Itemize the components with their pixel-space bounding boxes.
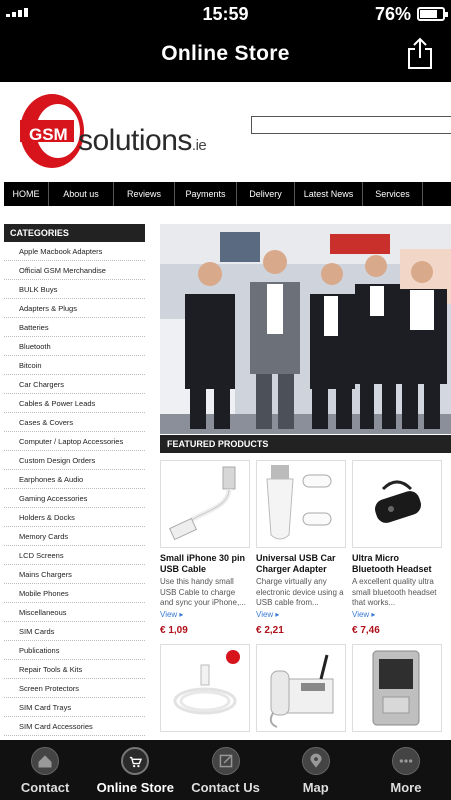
product-card[interactable] [160, 644, 250, 740]
menu-item[interactable]: HOME [4, 182, 49, 206]
tab-contact[interactable]: Contact [0, 740, 90, 800]
category-item[interactable]: LCD Screens [4, 546, 145, 565]
category-item[interactable]: Cables & Power Leads [4, 394, 145, 413]
product-name[interactable]: Universal USB Car Charger Adapter [256, 553, 346, 575]
category-item[interactable]: Gaming Accessories [4, 489, 145, 508]
site-logo[interactable]: GSM solutions.ie [16, 90, 231, 172]
logo-badge: GSM [29, 125, 68, 144]
category-item[interactable]: Cases & Covers [4, 413, 145, 432]
category-item[interactable]: Bitcoin [4, 356, 145, 375]
category-item[interactable]: Mains Chargers [4, 565, 145, 584]
product-price: € 2,21 [256, 625, 284, 636]
status-bar: 15:59 76% [0, 0, 451, 28]
product-card[interactable] [256, 644, 346, 740]
product-card[interactable]: Small iPhone 30 pin USB Cable Use this h… [160, 460, 250, 636]
more-icon [391, 747, 420, 775]
product-description: A excellent quality ultra small bluetoot… [352, 577, 437, 607]
product-image[interactable] [160, 644, 250, 732]
menu-item-overflow [423, 182, 451, 206]
tab-online-store[interactable]: Online Store [90, 740, 180, 800]
category-item[interactable]: Screen Protectors [4, 679, 145, 698]
category-item[interactable]: Apple Macbook Adapters [4, 242, 145, 261]
battery-icon [417, 7, 448, 21]
product-view-link[interactable]: View ▸ [256, 610, 346, 619]
site-header: GSM solutions.ie [0, 82, 451, 180]
product-name[interactable]: Ultra Micro Bluetooth Headset [352, 553, 442, 575]
product-price: € 7,46 [352, 625, 380, 636]
product-card[interactable]: Ultra Micro Bluetooth Headset A excellen… [352, 460, 442, 636]
product-image[interactable] [352, 460, 442, 548]
category-item[interactable]: Official GSM Merchandise [4, 261, 145, 280]
category-item[interactable]: Car Chargers [4, 375, 145, 394]
product-image[interactable] [256, 460, 346, 548]
menu-item[interactable]: Reviews [114, 182, 175, 206]
page-title: Online Store [161, 42, 290, 65]
car-charger-icon [266, 465, 332, 540]
logo-text: solutions.ie [78, 124, 207, 157]
category-item[interactable]: Custom Design Orders [4, 451, 145, 470]
product-card[interactable] [352, 644, 442, 740]
site-menu: HOME About us Reviews Payments Delivery Lates… [4, 182, 451, 206]
map-pin-icon [301, 747, 330, 775]
categories-heading: CATEGORIES [4, 224, 145, 242]
category-item[interactable]: Earphones & Audio [4, 470, 145, 489]
navigation-bar: Online Store [0, 28, 451, 82]
product-description: Charge virtually any electronic device u… [256, 577, 344, 607]
category-item[interactable]: Computer / Laptop Accessories [4, 432, 145, 451]
menu-item[interactable]: Payments [175, 182, 237, 206]
categories-list: Apple Macbook Adapters Official GSM Merch… [4, 242, 145, 736]
desk-phone-icon [269, 654, 334, 728]
category-item[interactable]: Batteries [4, 318, 145, 337]
tab-label: Online Store [96, 780, 174, 795]
product-description: Use this handy small USB Cable to charge… [160, 577, 246, 607]
bluetooth-headset-icon [375, 480, 421, 523]
category-item[interactable]: Adapters & Plugs [4, 299, 145, 318]
tab-label: Map [302, 780, 329, 795]
battery-percentage: 76% [374, 4, 411, 24]
category-item[interactable]: SIM Cards [4, 622, 145, 641]
tab-label: Contact [20, 780, 70, 795]
product-view-link[interactable]: View ▸ [352, 610, 442, 619]
category-item[interactable]: Memory Cards [4, 527, 145, 546]
product-image[interactable] [352, 644, 442, 732]
tab-label: More [390, 780, 422, 795]
category-item[interactable]: Publications [4, 641, 145, 660]
tab-bar: Contact Online Store Contact Us Map More [0, 740, 451, 800]
category-item[interactable]: BULK Buys [4, 280, 145, 299]
menu-item[interactable]: Delivery [237, 182, 295, 206]
product-price: € 1,09 [160, 625, 188, 636]
tab-contact-us[interactable]: Contact Us [180, 740, 270, 800]
category-item[interactable]: Miscellaneous [4, 603, 145, 622]
menu-item[interactable]: Services [363, 182, 423, 206]
category-item[interactable]: Holders & Docks [4, 508, 145, 527]
menu-item[interactable]: About us [49, 182, 114, 206]
lcd-tester-icon [372, 650, 420, 726]
product-name[interactable]: Small iPhone 30 pin USB Cable [160, 553, 250, 575]
web-content[interactable]: GSM solutions.ie HOME About us Reviews Paym… [0, 82, 451, 740]
product-image[interactable] [160, 460, 250, 548]
usb-cable-icon [168, 466, 236, 541]
cart-icon [121, 747, 150, 775]
edit-icon [211, 747, 240, 775]
category-item[interactable]: Mobile Phones [4, 584, 145, 603]
category-item[interactable]: SIM Card Accessories [4, 717, 145, 736]
product-view-link[interactable]: View ▸ [160, 610, 250, 619]
category-item[interactable]: Bluetooth [4, 337, 145, 356]
share-icon[interactable] [407, 37, 433, 69]
tab-more[interactable]: More [361, 740, 451, 800]
home-icon [31, 747, 60, 775]
featured-products-heading: FEATURED PRODUCTS [160, 435, 451, 453]
store-banner-photo[interactable] [160, 224, 451, 434]
product-image[interactable] [256, 644, 346, 732]
product-card[interactable]: Universal USB Car Charger Adapter Charge… [256, 460, 346, 636]
category-item[interactable]: Repair Tools & Kits [4, 660, 145, 679]
lightning-cable-icon [173, 650, 240, 715]
tab-map[interactable]: Map [271, 740, 361, 800]
site-search-input[interactable] [251, 116, 451, 134]
tab-label: Contact Us [191, 780, 260, 795]
menu-item[interactable]: Latest News [295, 182, 363, 206]
category-item[interactable]: SIM Card Trays [4, 698, 145, 717]
